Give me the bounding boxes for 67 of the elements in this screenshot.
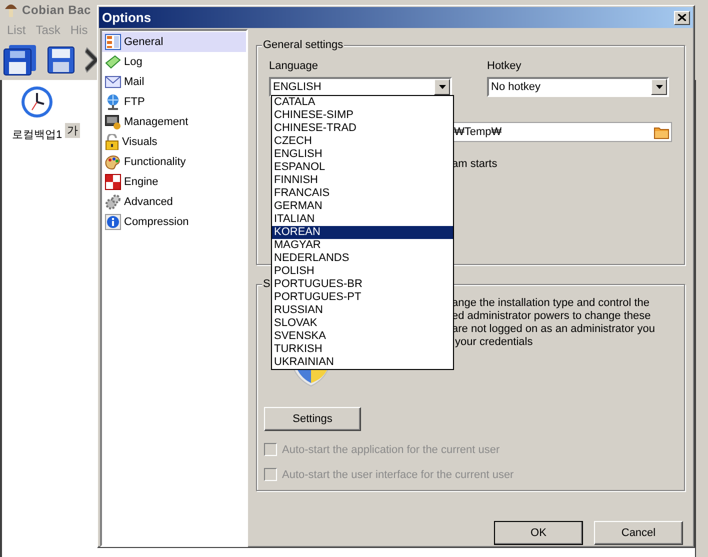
floppy-icon[interactable]	[47, 46, 75, 74]
caret-icon	[438, 85, 446, 89]
hotkey-label: Hotkey	[487, 60, 522, 73]
language-option[interactable]: KOREAN	[272, 226, 453, 239]
window-title: Cobian Bac	[22, 3, 92, 17]
palette-icon	[105, 154, 121, 170]
checker-icon	[105, 174, 121, 190]
group-title: General settings	[262, 39, 344, 51]
language-option[interactable]: FRANCAIS	[272, 187, 453, 200]
language-option[interactable]: SLOVAK	[272, 317, 453, 330]
category-item[interactable]: Engine	[102, 172, 246, 192]
language-option[interactable]: UKRAINIAN	[272, 356, 453, 369]
language-option[interactable]: ESPANOL	[272, 161, 453, 174]
grid-icon	[105, 34, 121, 50]
floppy-stack-icon[interactable]	[3, 44, 37, 76]
padlock-icon	[105, 134, 119, 150]
group-title: S	[262, 278, 272, 290]
category-item[interactable]: Management	[102, 112, 246, 132]
language-option[interactable]: PORTUGUES-PT	[272, 291, 453, 304]
language-label: Language	[269, 60, 319, 73]
cancel-button[interactable]: Cancel	[594, 521, 683, 545]
language-option[interactable]: CZECH	[272, 135, 453, 148]
language-option[interactable]: NEDERLANDS	[272, 252, 453, 265]
folder-icon[interactable]	[654, 126, 669, 138]
language-option[interactable]: CHINESE-SIMP	[272, 109, 453, 122]
close-button[interactable]	[674, 10, 690, 24]
language-option[interactable]: GERMAN	[272, 200, 453, 213]
language-option[interactable]: CHINESE-TRAD	[272, 122, 453, 135]
mushroom-icon	[4, 2, 18, 18]
language-option[interactable]: PORTUGUES-BR	[272, 278, 453, 291]
close-icon	[678, 14, 686, 21]
language-dropdown[interactable]: ENGLISH	[269, 77, 452, 97]
language-option[interactable]: RUSSIAN	[272, 304, 453, 317]
clock-icon[interactable]	[20, 85, 54, 119]
language-option[interactable]: SVENSKA	[272, 330, 453, 343]
info-icon	[105, 214, 121, 230]
globe-icon	[105, 94, 121, 110]
monitor-icon	[105, 114, 121, 130]
table-cell: 가	[65, 123, 80, 138]
gear-icon	[105, 194, 121, 210]
note-icon	[105, 55, 121, 69]
category-item[interactable]: Mail	[102, 72, 246, 92]
dialog-title: Options	[102, 10, 152, 25]
task-name: 로컬백업1	[12, 128, 62, 142]
category-item[interactable]: FTP	[102, 92, 246, 112]
language-option[interactable]: TURKISH	[272, 343, 453, 356]
language-option[interactable]: ITALIAN	[272, 213, 453, 226]
language-option[interactable]: FINNISH	[272, 174, 453, 187]
language-option[interactable]: ENGLISH	[272, 148, 453, 161]
category-item[interactable]: Log	[102, 52, 246, 72]
language-option[interactable]: MAGYAR	[272, 239, 453, 252]
settings-button[interactable]: Settings	[264, 407, 361, 431]
category-item[interactable]: Advanced	[102, 192, 246, 212]
category-item[interactable]: Functionality	[102, 152, 246, 172]
category-item[interactable]: General	[102, 32, 246, 52]
envelope-icon	[105, 76, 121, 88]
language-option[interactable]: CATALA	[272, 96, 453, 109]
path-field[interactable]: ₩Temp₩	[452, 122, 672, 142]
category-item[interactable]: Visuals	[102, 132, 246, 152]
language-option[interactable]: POLISH	[272, 265, 453, 278]
checkbox-label: Auto-start the application for the current user	[282, 444, 500, 456]
description-text: your credentials	[454, 336, 534, 349]
caret-icon	[656, 85, 662, 89]
hotkey-dropdown[interactable]: No hotkey	[487, 77, 669, 97]
ok-button[interactable]: OK	[494, 521, 583, 545]
checkbox-label: Auto-start the user interface for the current user	[282, 468, 514, 480]
category-item[interactable]: Compression	[102, 212, 246, 232]
